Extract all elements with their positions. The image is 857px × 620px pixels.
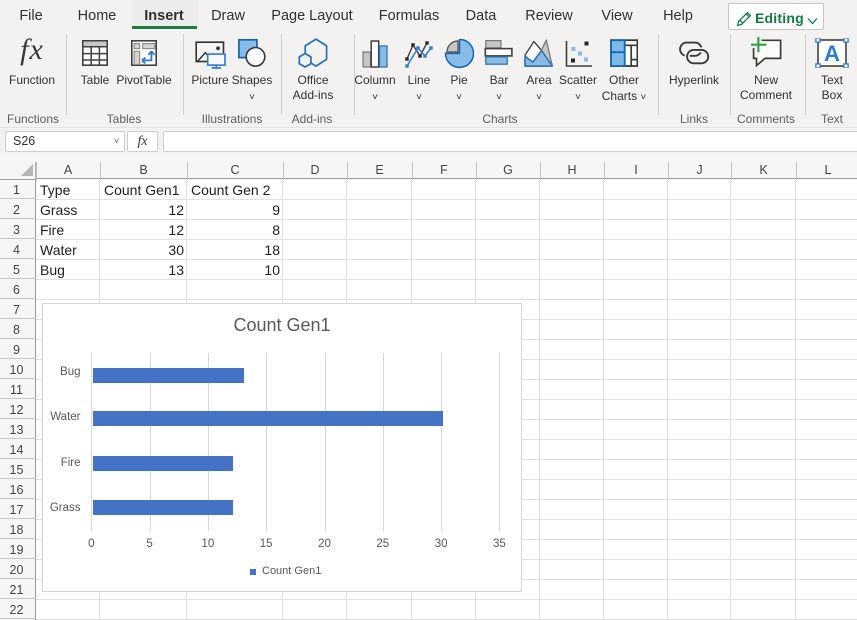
svg-text:A: A <box>824 41 840 66</box>
